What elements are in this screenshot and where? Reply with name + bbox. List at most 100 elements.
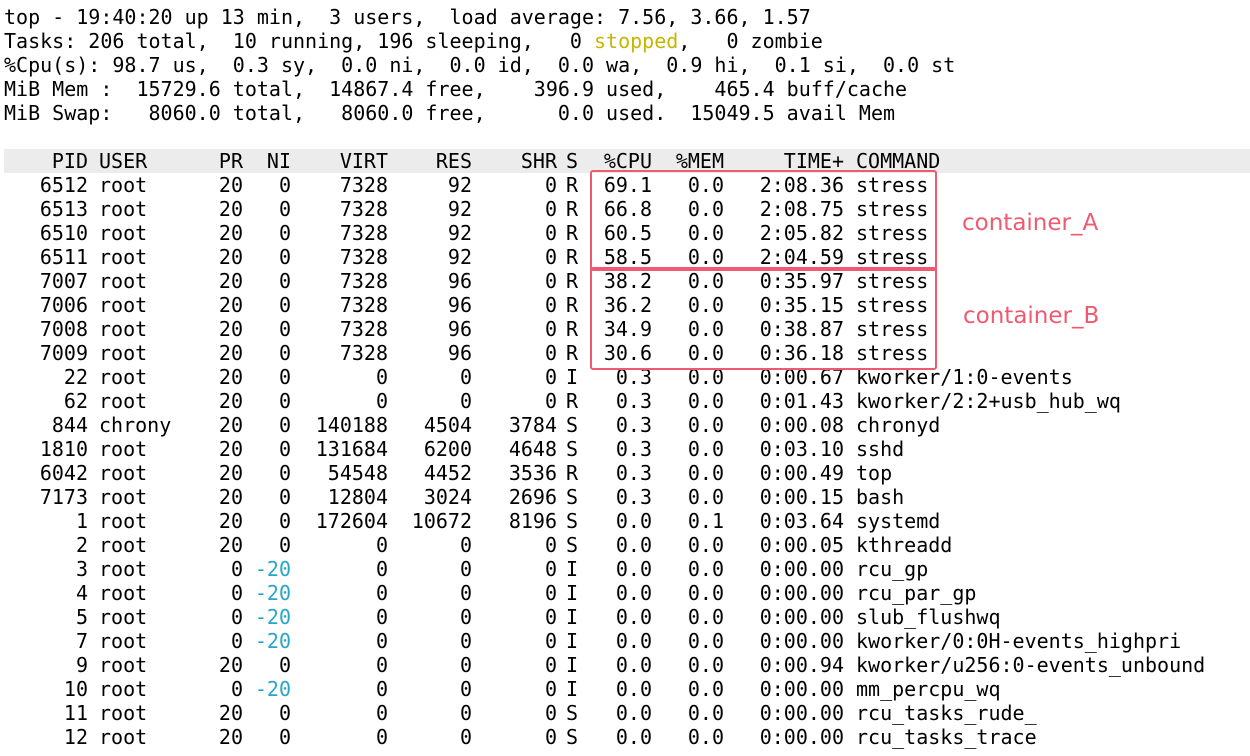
process-ni: -20 [254, 557, 291, 581]
process-virt: 7328 [339, 293, 388, 317]
process-mem: 0.0 [687, 437, 724, 461]
process-mem: 0.0 [687, 701, 724, 725]
process-user: root [99, 317, 148, 341]
process-mem: 0.0 [687, 605, 724, 629]
process-pr: 0 [230, 581, 243, 605]
process-pid: 5 [75, 605, 88, 629]
container-a-label: container_A [962, 210, 1099, 236]
process-pr: 20 [218, 437, 243, 461]
process-virt: 0 [375, 653, 388, 677]
process-virt: 7328 [339, 341, 388, 365]
process-virt: 140188 [315, 413, 388, 437]
process-pid: 6511 [39, 245, 88, 269]
process-res: 0 [459, 701, 472, 725]
process-pid: 7006 [39, 293, 88, 317]
process-pid: 6513 [39, 197, 88, 221]
process-pid: 7008 [39, 317, 88, 341]
process-res: 6200 [423, 437, 472, 461]
process-res: 0 [459, 365, 472, 389]
process-time: 0:00.15 [759, 485, 844, 509]
process-cpu: 0.0 [615, 677, 652, 701]
process-state: S [566, 485, 579, 509]
process-ni: 0 [278, 413, 291, 437]
process-pr: 20 [218, 317, 243, 341]
process-mem: 0.0 [687, 533, 724, 557]
process-user: root [99, 653, 148, 677]
process-ni: 0 [278, 437, 291, 461]
process-res: 92 [447, 221, 472, 245]
process-ni: 0 [278, 341, 291, 365]
process-cpu: 0.0 [615, 725, 652, 749]
process-cpu: 0.0 [615, 509, 652, 533]
process-res: 0 [459, 557, 472, 581]
process-mem: 0.0 [687, 413, 724, 437]
process-state: S [566, 413, 579, 437]
process-shr: 0 [544, 725, 557, 749]
tasks-stopped-label: stopped [594, 29, 679, 53]
process-shr: 0 [544, 581, 557, 605]
process-state: I [566, 605, 579, 629]
process-state: I [566, 629, 579, 653]
process-shr: 0 [544, 389, 557, 413]
container-b-label: container_B [963, 303, 1100, 329]
process-cpu: 0.3 [615, 437, 652, 461]
process-ni: 0 [278, 293, 291, 317]
process-state: R [566, 173, 579, 197]
process-mem: 0.0 [687, 653, 724, 677]
process-ni: 0 [278, 725, 291, 749]
process-pid: 2 [75, 533, 88, 557]
process-res: 4504 [423, 413, 472, 437]
process-virt: 0 [375, 389, 388, 413]
process-pr: 20 [218, 725, 243, 749]
swap-line: MiB Swap: 8060.0 total, 8060.0 free, 0.0… [4, 101, 896, 125]
process-ni: 0 [278, 533, 291, 557]
process-pr: 20 [218, 173, 243, 197]
process-res: 0 [459, 605, 472, 629]
process-ni: -20 [254, 605, 291, 629]
column-header-pr: PR [218, 149, 243, 173]
process-command: kworker/2:2+usb_hub_wq [856, 389, 1121, 413]
process-shr: 3536 [508, 461, 557, 485]
process-pr: 20 [218, 293, 243, 317]
process-res: 0 [459, 653, 472, 677]
process-virt: 7328 [339, 317, 388, 341]
process-command: rcu_par_gp [856, 581, 977, 605]
process-virt: 12804 [327, 485, 388, 509]
process-command: kthreadd [856, 533, 953, 557]
process-pr: 20 [218, 413, 243, 437]
process-state: S [566, 437, 579, 461]
process-pid: 7009 [39, 341, 88, 365]
process-pid: 62 [63, 389, 88, 413]
process-virt: 0 [375, 557, 388, 581]
process-command: bash [856, 485, 905, 509]
process-ni: 0 [278, 509, 291, 533]
process-pid: 22 [63, 365, 88, 389]
process-state: S [566, 725, 579, 749]
process-user: root [99, 437, 148, 461]
process-virt: 54548 [327, 461, 388, 485]
process-user: root [99, 725, 148, 749]
process-shr: 0 [544, 605, 557, 629]
terminal-window[interactable]: top - 19:40:20 up 13 min, 3 users, load … [0, 0, 1250, 756]
process-state: R [566, 245, 579, 269]
process-virt: 7328 [339, 197, 388, 221]
process-user: root [99, 173, 148, 197]
process-time: 0:01.43 [759, 389, 844, 413]
process-time: 0:00.94 [759, 653, 844, 677]
process-ni: 0 [278, 653, 291, 677]
process-mem: 0.0 [687, 461, 724, 485]
process-state: R [566, 293, 579, 317]
process-mem: 0.0 [687, 581, 724, 605]
process-pr: 20 [218, 365, 243, 389]
process-command: top [856, 461, 893, 485]
process-ni: 0 [278, 461, 291, 485]
process-cpu: 0.0 [615, 533, 652, 557]
process-pid: 7 [75, 629, 88, 653]
process-shr: 0 [544, 629, 557, 653]
process-command: rcu_tasks_trace [856, 725, 1037, 749]
process-ni: 0 [278, 221, 291, 245]
uptime-line: top - 19:40:20 up 13 min, 3 users, load … [4, 5, 811, 29]
process-state: S [566, 509, 579, 533]
process-pr: 20 [218, 389, 243, 413]
process-virt: 172604 [315, 509, 388, 533]
